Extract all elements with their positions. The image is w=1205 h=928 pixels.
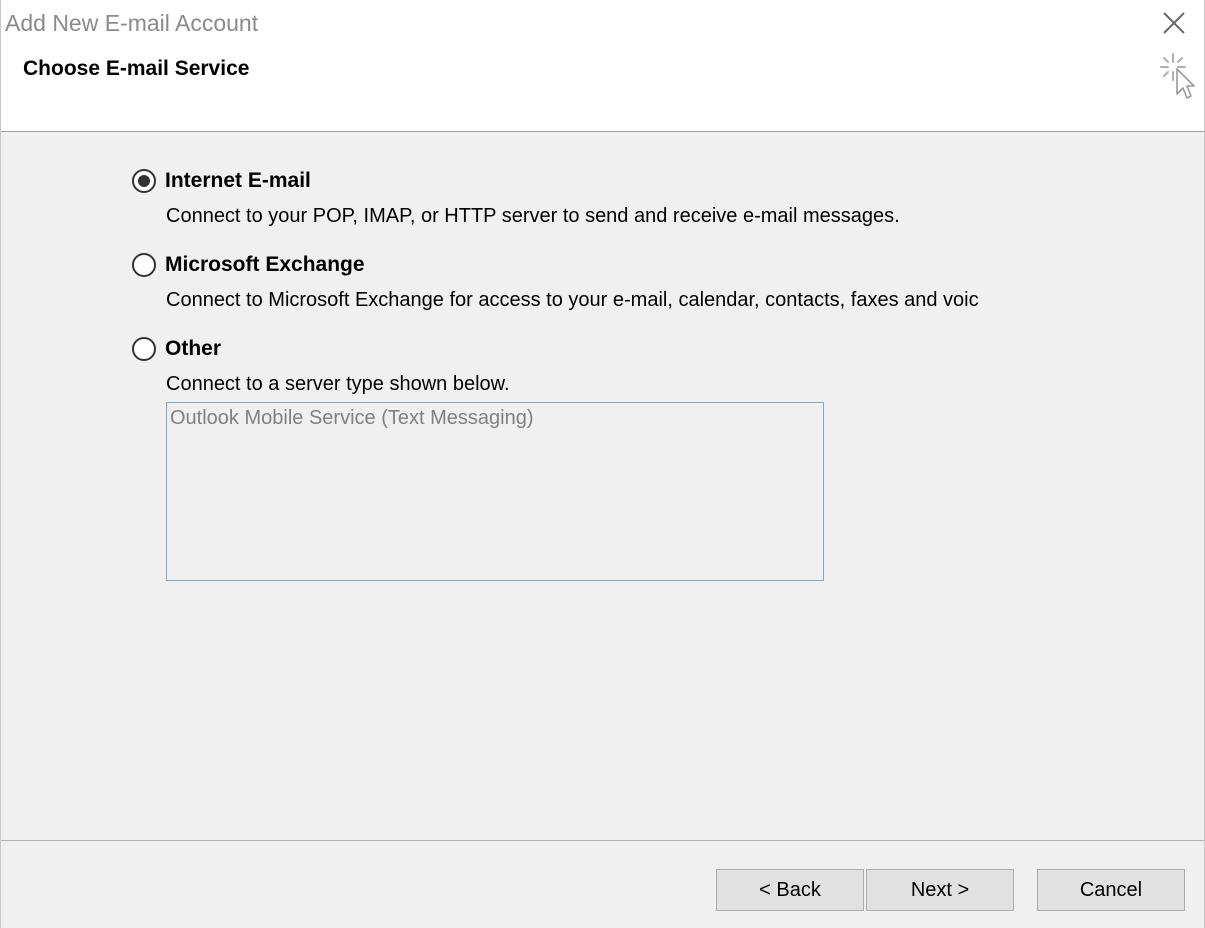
option-label: Other [165,337,222,360]
section-title: Choose E-mail Service [23,57,250,80]
option-label: Internet E-mail [165,169,311,192]
close-icon [1163,12,1185,34]
radio-internet-email[interactable] [132,169,156,193]
option-microsoft-exchange[interactable]: Microsoft Exchange [132,251,392,281]
wizard-cursor-icon [1156,50,1198,104]
option-description: Connect to a server type shown below. [166,373,510,395]
window-title: Add New E-mail Account [5,10,259,36]
next-button[interactable]: Next > [866,869,1014,911]
option-label: Microsoft Exchange [165,253,365,276]
footer-divider [1,840,1204,841]
list-item[interactable]: Outlook Mobile Service (Text Messaging) [170,405,533,431]
option-other[interactable]: Other [132,335,272,365]
dialog-header: Add New E-mail Account Choose E-mail Ser… [1,0,1204,132]
back-button[interactable]: < Back [716,869,864,911]
close-button[interactable] [1159,8,1189,38]
server-type-list[interactable]: Outlook Mobile Service (Text Messaging) [166,402,824,581]
cancel-button[interactable]: Cancel [1037,869,1185,911]
option-internet-email[interactable]: Internet E-mail [132,167,372,197]
radio-microsoft-exchange[interactable] [132,253,156,277]
add-email-account-dialog: Add New E-mail Account Choose E-mail Ser… [0,0,1205,928]
option-description: Connect to your POP, IMAP, or HTTP serve… [166,205,900,227]
option-description: Connect to Microsoft Exchange for access… [166,289,979,311]
radio-other[interactable] [132,337,156,361]
